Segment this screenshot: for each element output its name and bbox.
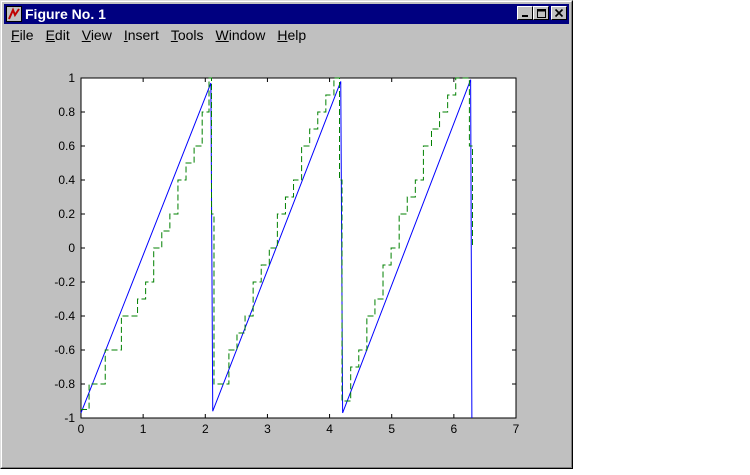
y-tick-label: 0 xyxy=(68,241,75,255)
minimize-icon xyxy=(522,15,528,17)
matlab-figure-icon[interactable] xyxy=(6,6,22,22)
x-tick-label: 0 xyxy=(78,422,85,436)
y-tick-label: 1 xyxy=(68,71,75,85)
menu-tools[interactable]: Tools xyxy=(165,25,210,45)
x-tick-label: 3 xyxy=(264,422,271,436)
minimize-button[interactable] xyxy=(517,6,533,20)
x-tick-label: 2 xyxy=(202,422,209,436)
figure-canvas: 0 1 2 3 4 5 6 7 -1 -0.8 -0.6 -0.4 -0.2 0 0.2 0.4 0.6 0.8 1 xyxy=(5,46,570,466)
x-tick-label: 4 xyxy=(326,422,333,436)
x-tick-label: 6 xyxy=(451,422,458,436)
menu-file[interactable]: File xyxy=(5,25,40,45)
close-button[interactable] xyxy=(551,6,567,20)
window-title: Figure No. 1 xyxy=(25,6,106,22)
y-tick-label: 0.8 xyxy=(58,105,75,119)
menu-bar: File Edit View Insert Tools Window Help xyxy=(5,25,312,45)
menu-window[interactable]: Window xyxy=(210,25,272,45)
menu-edit[interactable]: Edit xyxy=(40,25,76,45)
maximize-icon xyxy=(536,8,546,18)
y-tick-label: 0.2 xyxy=(58,207,75,221)
y-tick-label: -0.2 xyxy=(54,275,75,289)
x-tick-label: 7 xyxy=(513,422,520,436)
x-tick-label: 1 xyxy=(140,422,147,436)
title-bar[interactable]: Figure No. 1 xyxy=(4,4,569,24)
maximize-button[interactable] xyxy=(533,6,549,20)
y-tick-label: -0.6 xyxy=(54,343,75,357)
y-tick-label: -1 xyxy=(64,411,75,425)
menu-view[interactable]: View xyxy=(76,25,118,45)
y-tick-label: 0.6 xyxy=(58,139,75,153)
y-tick-label: -0.8 xyxy=(54,377,75,391)
close-icon xyxy=(554,8,564,18)
y-tick-label: -0.4 xyxy=(54,309,75,323)
plot-svg: 0 1 2 3 4 5 6 7 -1 -0.8 -0.6 -0.4 -0.2 0 0.2 0.4 0.6 0.8 1 xyxy=(54,71,520,436)
x-tick-label: 5 xyxy=(388,422,395,436)
y-tick-label: 0.4 xyxy=(58,173,75,187)
menu-insert[interactable]: Insert xyxy=(118,25,165,45)
menu-help[interactable]: Help xyxy=(271,25,312,45)
figure-window: Figure No. 1 File Edit View Insert Tools… xyxy=(0,0,573,469)
